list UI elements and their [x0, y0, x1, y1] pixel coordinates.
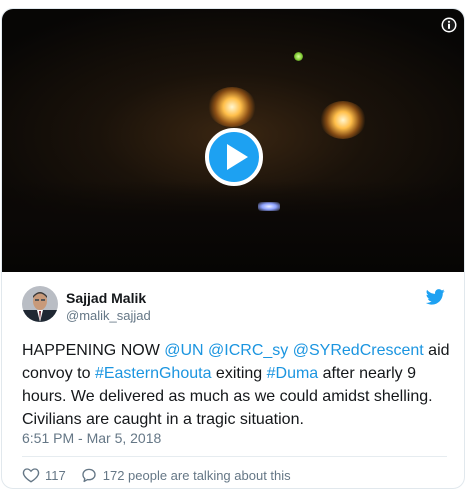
- tweet-segment: HAPPENING NOW: [22, 342, 165, 359]
- like-button[interactable]: 117: [22, 466, 66, 484]
- action-bar: 117 172 people are talking about this: [22, 464, 291, 486]
- video-green-light: [294, 52, 303, 61]
- tweet-segment: exiting: [211, 365, 267, 382]
- heart-icon: [22, 468, 40, 483]
- tweet-card: Sajjad Malik @malik_sajjad HAPPENING NOW…: [1, 8, 465, 489]
- video-blue-light: [258, 202, 280, 211]
- conversation-link[interactable]: 172 people are talking about this: [80, 466, 291, 484]
- tweet-text: HAPPENING NOW @UN @ICRC_sy @SYRedCrescen…: [22, 339, 452, 431]
- info-icon[interactable]: [441, 17, 457, 33]
- comment-icon: [82, 468, 96, 483]
- play-button[interactable]: [205, 128, 263, 186]
- video-headlight-right: [320, 101, 366, 139]
- author-handle[interactable]: @malik_sajjad: [66, 308, 151, 323]
- divider: [22, 456, 447, 457]
- hashtag-duma[interactable]: #Duma: [267, 365, 319, 382]
- tweet-timestamp[interactable]: 6:51 PM - Mar 5, 2018: [22, 430, 161, 446]
- video-headlight-left: [208, 87, 256, 127]
- mention-un[interactable]: @UN: [164, 342, 203, 359]
- conversation-text: 172 people are talking about this: [102, 467, 291, 483]
- video-player[interactable]: [2, 9, 464, 272]
- twitter-bird-icon[interactable]: [425, 289, 445, 305]
- mention-syredcrescent[interactable]: @SYRedCrescent: [293, 342, 424, 359]
- hashtag-easternghouta[interactable]: #EasternGhouta: [95, 365, 212, 382]
- play-icon: [205, 128, 263, 186]
- like-count: 117: [45, 467, 66, 483]
- mention-icrc-sy[interactable]: @ICRC_sy: [208, 342, 288, 359]
- video-vehicle-shadow: [2, 181, 464, 272]
- author-name[interactable]: Sajjad Malik: [66, 290, 146, 306]
- avatar[interactable]: [22, 286, 58, 322]
